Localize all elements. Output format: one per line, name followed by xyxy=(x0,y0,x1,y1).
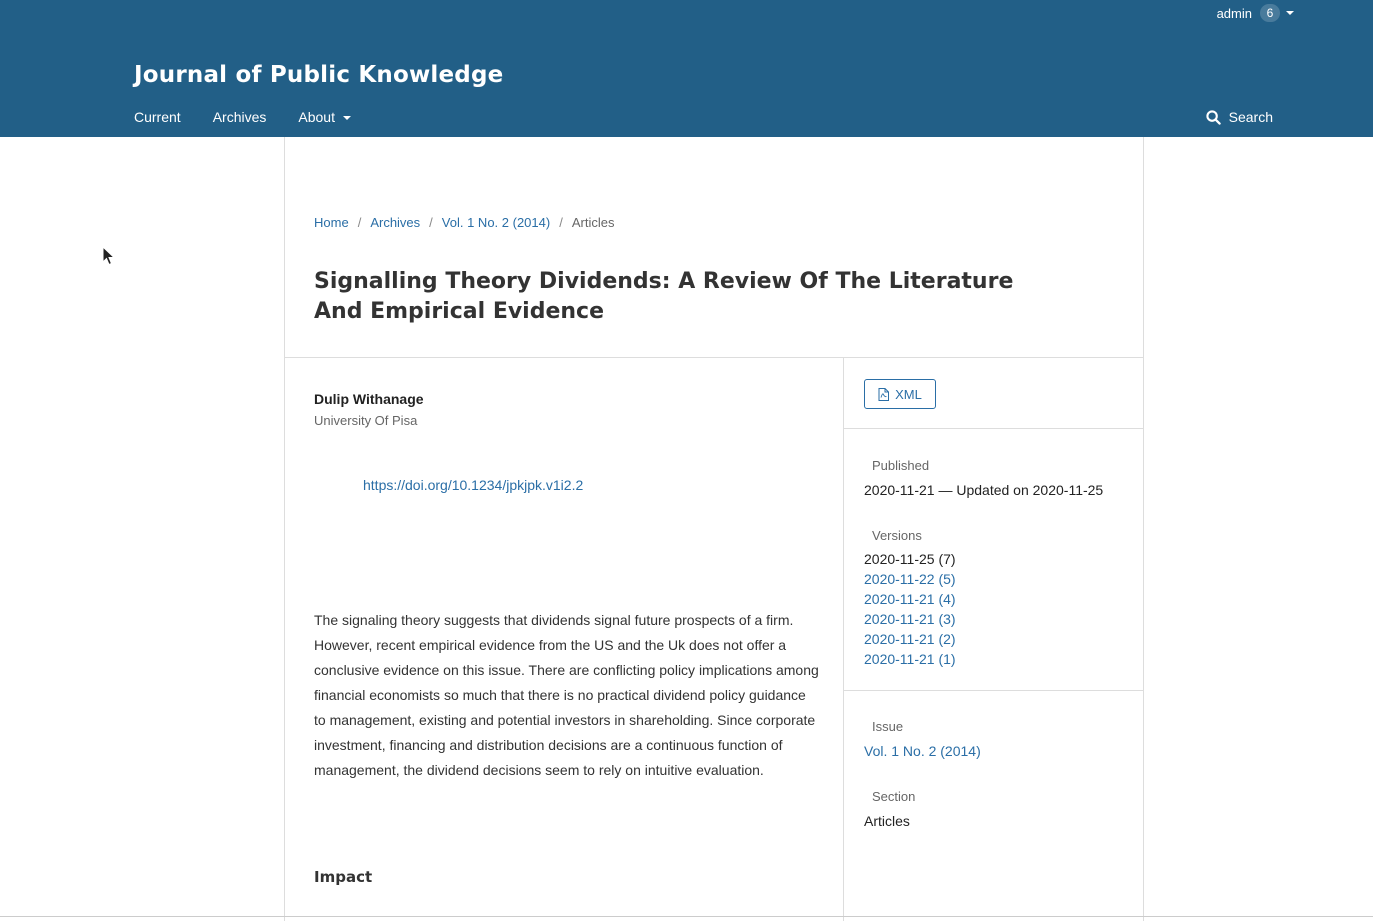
author-name: Dulip Withanage xyxy=(314,391,424,407)
divider xyxy=(0,916,1373,917)
primary-nav: Current Archives About xyxy=(134,109,383,125)
xml-galley-button[interactable]: XML xyxy=(864,379,936,409)
nav-about-label: About xyxy=(298,109,335,125)
article-sidebar: XML Published 2020-11-21 — Updated on 20… xyxy=(844,358,1143,921)
article-title: Signalling Theory Dividends: A Review Of… xyxy=(314,269,1014,324)
version-current: 2020-11-25 (7) xyxy=(864,551,956,567)
search-label: Search xyxy=(1228,109,1273,125)
user-menu[interactable]: admin 6 xyxy=(1217,4,1294,22)
user-name[interactable]: admin xyxy=(1217,6,1252,21)
breadcrumb-current: Articles xyxy=(571,215,615,230)
nav-about[interactable]: About xyxy=(298,109,351,125)
issue-label: Issue xyxy=(872,719,904,734)
chevron-down-icon xyxy=(342,116,351,120)
notification-badge: 6 xyxy=(1260,4,1280,22)
issue-link[interactable]: Vol. 1 No. 2 (2014) xyxy=(864,743,981,759)
version-link[interactable]: 2020-11-21 (1) xyxy=(864,649,956,669)
article-main: Home / Archives / Vol. 1 No. 2 (2014) / Articl… xyxy=(284,137,1144,921)
nav-archives[interactable]: Archives xyxy=(213,109,267,125)
site-title[interactable]: Journal of Public Knowledge xyxy=(134,62,503,88)
xml-galley-label: XML xyxy=(895,386,922,402)
mouse-cursor-icon xyxy=(102,246,116,266)
chevron-down-icon xyxy=(1286,11,1294,15)
version-link[interactable]: 2020-11-21 (4) xyxy=(864,589,956,609)
section-label: Section xyxy=(872,789,916,804)
author-affiliation: University Of Pisa xyxy=(314,413,418,428)
nav-current[interactable]: Current xyxy=(134,109,181,125)
breadcrumb-separator: / xyxy=(559,215,563,230)
search-icon xyxy=(1206,109,1221,125)
abstract-text: The signaling theory suggests that divid… xyxy=(314,612,819,778)
breadcrumb-home[interactable]: Home xyxy=(314,215,349,230)
version-link[interactable]: 2020-11-22 (5) xyxy=(864,569,956,589)
version-link[interactable]: 2020-11-21 (2) xyxy=(864,629,956,649)
breadcrumb-separator: / xyxy=(429,215,433,230)
version-link[interactable]: 2020-11-21 (3) xyxy=(864,609,956,629)
published-value: 2020-11-21 — Updated on 2020-11-25 xyxy=(864,482,1104,498)
site-header: admin 6 Journal of Public Knowledge Curr… xyxy=(0,0,1373,137)
divider xyxy=(844,690,1143,691)
breadcrumb-separator: / xyxy=(357,215,362,230)
search-link[interactable]: Search xyxy=(1206,109,1273,125)
breadcrumb-archives[interactable]: Archives xyxy=(370,215,420,230)
file-pdf-icon xyxy=(878,387,890,401)
section-value: Articles xyxy=(864,813,910,829)
versions-label: Versions xyxy=(872,528,922,543)
breadcrumb: Home / Archives / Vol. 1 No. 2 (2014) / Articl… xyxy=(314,215,614,230)
published-label: Published xyxy=(872,458,930,473)
impact-heading: Impact xyxy=(314,868,373,886)
breadcrumb-issue[interactable]: Vol. 1 No. 2 (2014) xyxy=(442,215,550,230)
doi-link[interactable]: https://doi.org/10.1234/jpkjpk.v1i2.2 xyxy=(363,477,583,493)
versions-list: 2020-11-25 (7) 2020-11-22 (5) 2020-11-21… xyxy=(864,549,956,669)
divider xyxy=(844,428,1143,429)
